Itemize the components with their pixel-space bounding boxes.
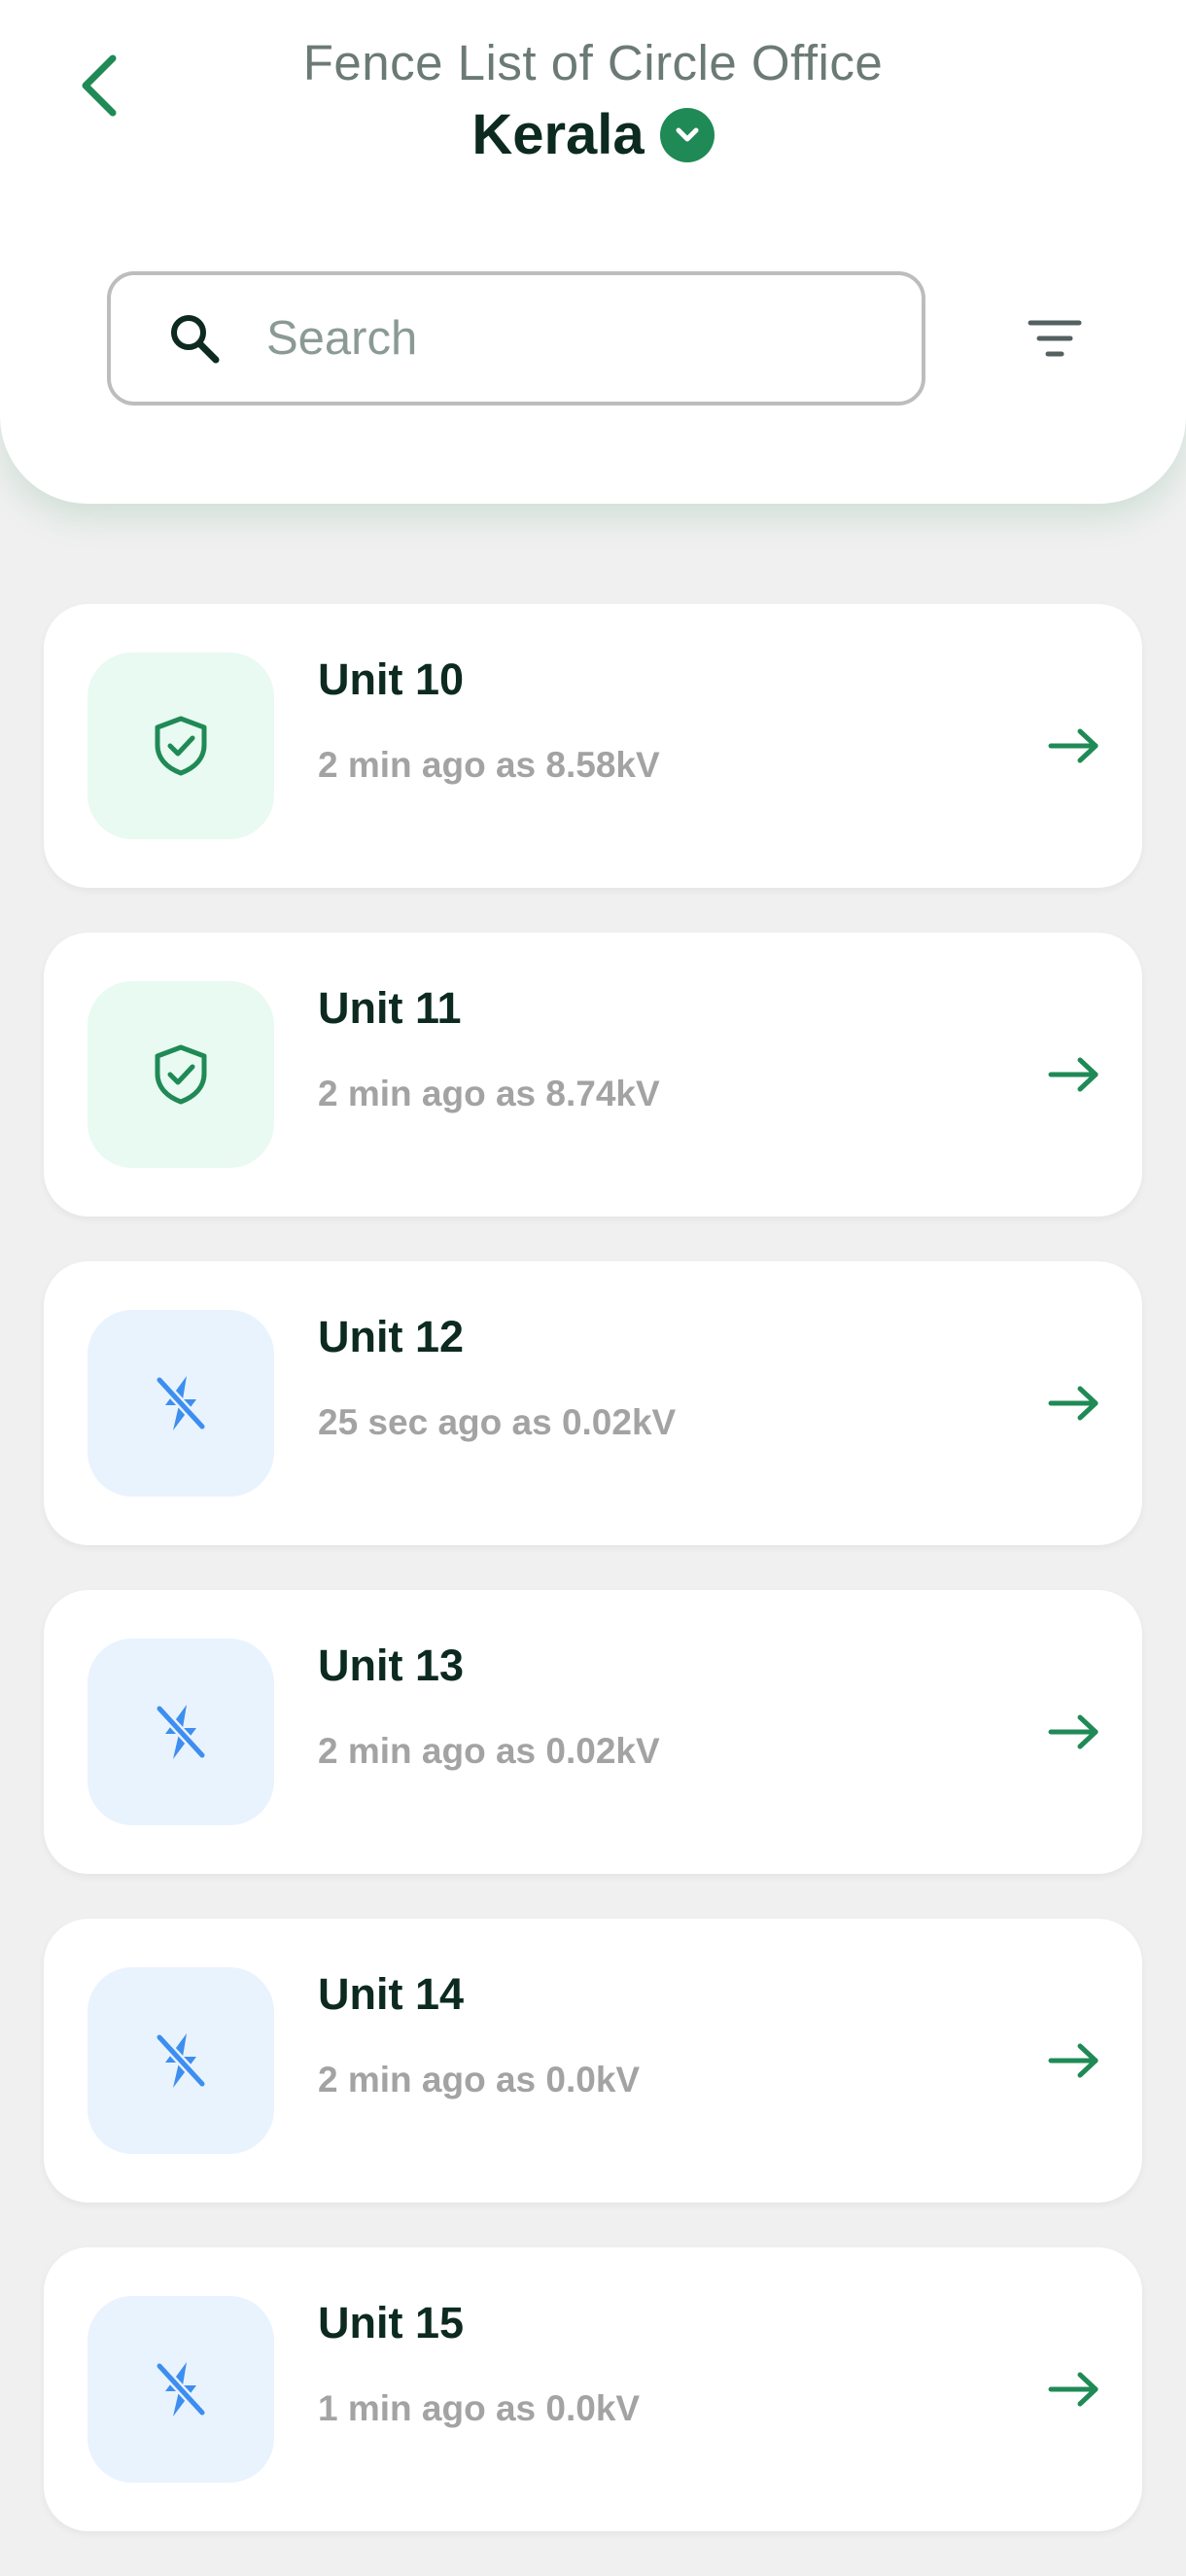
- office-name: Kerala: [471, 103, 645, 166]
- fence-unit-list: Unit 10 2 min ago as 8.58kV Unit 11 2 mi…: [44, 604, 1142, 2576]
- arrow-right-icon[interactable]: [1045, 2360, 1103, 2418]
- unit-status-badge: [87, 2296, 274, 2483]
- arrow-right-icon[interactable]: [1045, 1703, 1103, 1761]
- unit-card[interactable]: Unit 15 1 min ago as 0.0kV: [44, 2247, 1142, 2531]
- power-off-icon: [155, 2032, 207, 2089]
- shield-check-icon: [155, 716, 207, 776]
- unit-name: Unit 10: [318, 654, 465, 704]
- unit-card[interactable]: Unit 11 2 min ago as 8.74kV: [44, 933, 1142, 1217]
- filter-icon: [1028, 320, 1082, 357]
- title-block: Fence List of Circle Office Kerala: [156, 29, 1030, 171]
- power-off-icon: [155, 1375, 207, 1431]
- circle-office-selector[interactable]: Kerala: [471, 99, 715, 171]
- unit-status-text: 2 min ago as 8.58kV: [318, 745, 660, 785]
- unit-name: Unit 13: [318, 1641, 465, 1690]
- unit-status-badge: [87, 653, 274, 839]
- chevron-left-icon: [82, 54, 117, 117]
- power-off-icon: [155, 1704, 207, 1760]
- unit-card[interactable]: Unit 14 2 min ago as 0.0kV: [44, 1919, 1142, 2203]
- unit-name: Unit 14: [318, 1969, 465, 2019]
- unit-status-text: 25 sec ago as 0.02kV: [318, 1402, 677, 1442]
- unit-name: Unit 12: [318, 1312, 465, 1361]
- unit-card[interactable]: Unit 10 2 min ago as 8.58kV: [44, 604, 1142, 888]
- filter-button[interactable]: [1011, 301, 1099, 375]
- arrow-right-icon[interactable]: [1045, 1045, 1103, 1104]
- unit-status-text: 2 min ago as 8.74kV: [318, 1074, 660, 1113]
- arrow-right-icon[interactable]: [1045, 2031, 1103, 2090]
- page-subtitle: Fence List of Circle Office: [302, 35, 884, 90]
- unit-status-badge: [87, 1310, 274, 1497]
- unit-card[interactable]: Unit 13 2 min ago as 0.02kV: [44, 1590, 1142, 1874]
- unit-status-text: 1 min ago as 0.0kV: [318, 2388, 641, 2428]
- unit-name: Unit 11: [318, 983, 462, 1033]
- arrow-right-icon[interactable]: [1045, 717, 1103, 775]
- unit-status-badge: [87, 1639, 274, 1825]
- back-button[interactable]: [60, 39, 138, 132]
- header-panel: Fence List of Circle Office Kerala: [0, 0, 1186, 504]
- search-box[interactable]: [107, 271, 925, 406]
- arrow-right-icon[interactable]: [1045, 1374, 1103, 1432]
- power-off-icon: [155, 2361, 207, 2417]
- unit-status-badge: [87, 1967, 274, 2154]
- unit-card[interactable]: Unit 12 25 sec ago as 0.02kV: [44, 1261, 1142, 1545]
- chevron-down-icon: [659, 108, 715, 162]
- unit-name: Unit 15: [318, 2298, 465, 2347]
- unit-status-text: 2 min ago as 0.02kV: [318, 1731, 660, 1771]
- unit-status-badge: [87, 981, 274, 1168]
- shield-check-icon: [155, 1044, 207, 1105]
- search-input[interactable]: [266, 300, 850, 377]
- unit-status-text: 2 min ago as 0.0kV: [318, 2060, 641, 2100]
- search-icon: [165, 309, 224, 368]
